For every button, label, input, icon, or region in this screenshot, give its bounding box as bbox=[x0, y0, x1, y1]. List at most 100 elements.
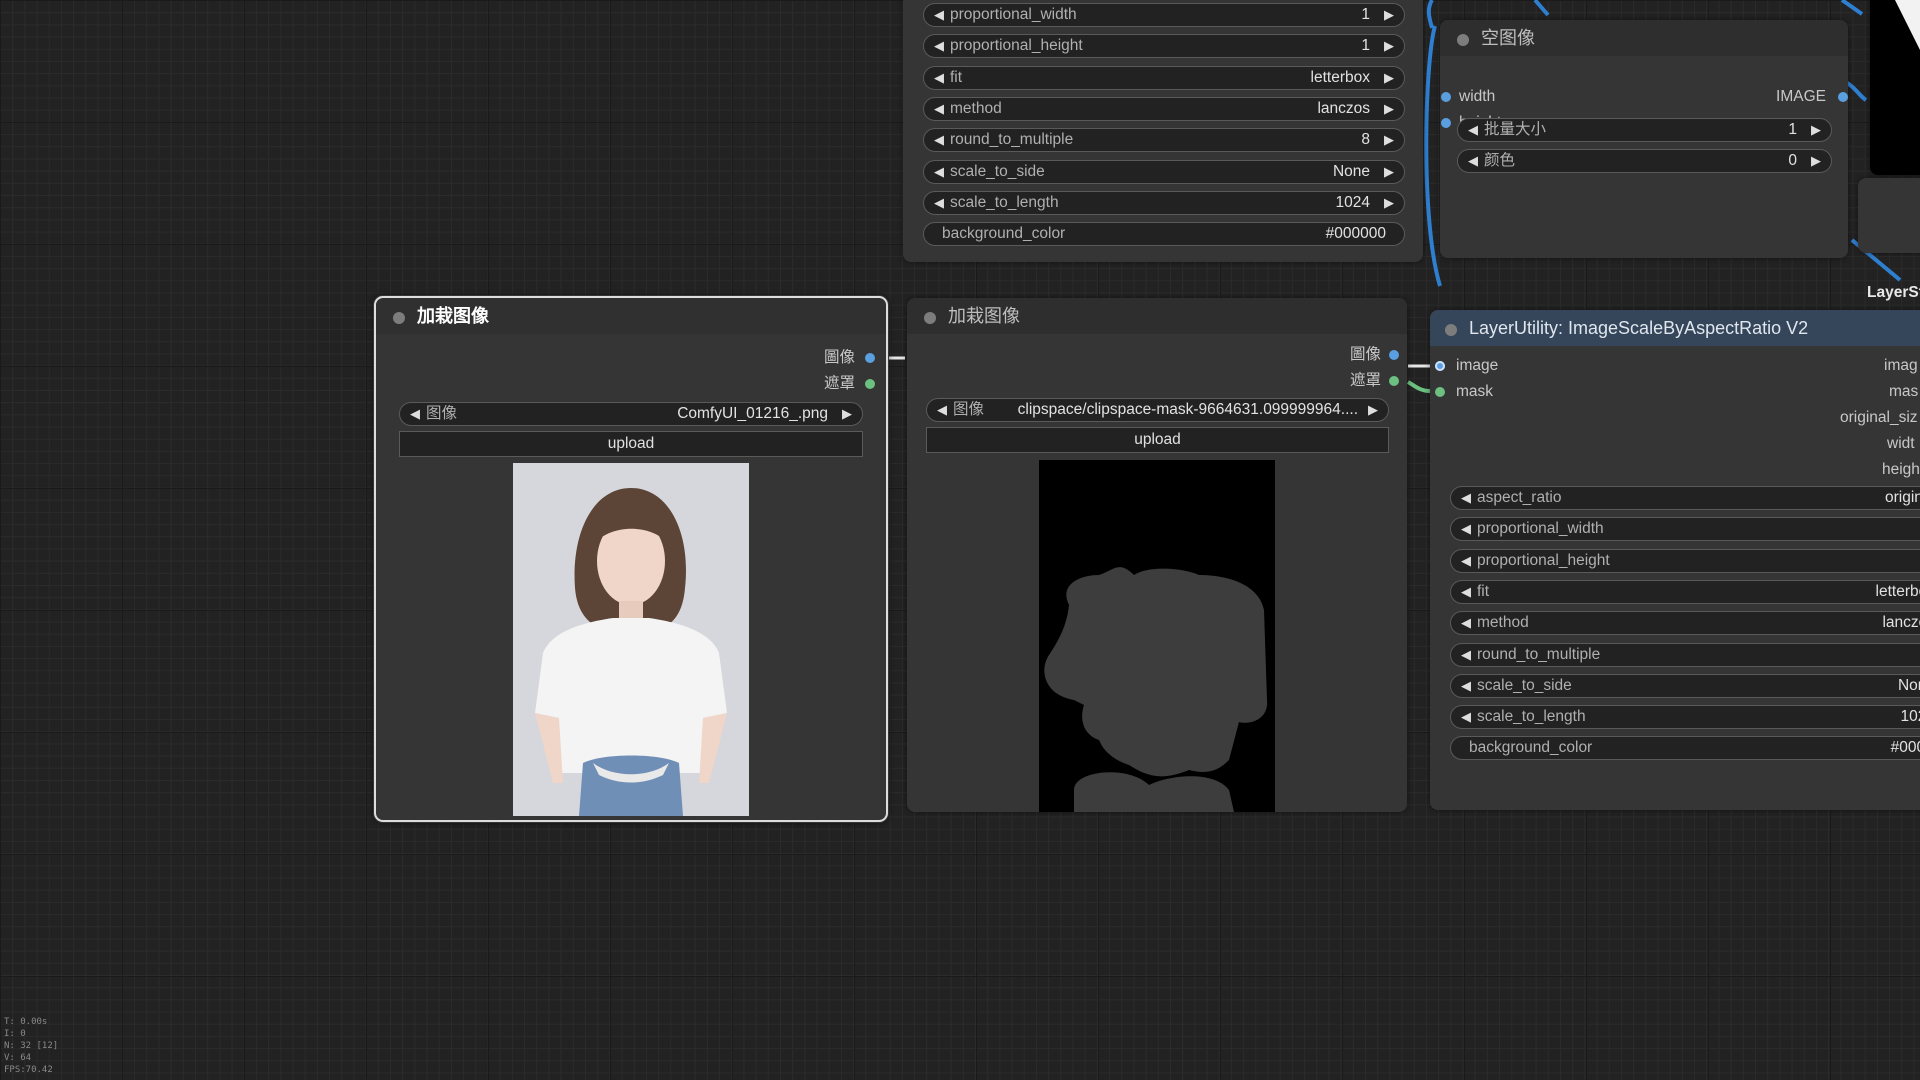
decrement-arrow-icon[interactable]: ◀ bbox=[930, 192, 948, 214]
node-title-bar[interactable]: 加栽图像 bbox=[376, 298, 886, 334]
combo-widget[interactable]: ◀scale_to_length1024▶ bbox=[1450, 705, 1920, 730]
image-output-label: IMAGE bbox=[1776, 88, 1826, 105]
increment-arrow-icon[interactable]: ▶ bbox=[1380, 129, 1398, 151]
combo-widget[interactable]: ◀proportional_height1▶ bbox=[923, 34, 1405, 59]
stats-line: T: 0.00s bbox=[4, 1017, 48, 1027]
decrement-arrow-icon[interactable]: ◀ bbox=[930, 4, 948, 26]
node-empty-image[interactable]: 空图像 width height IMAGE ◀批量大小1▶◀颜色0▶ bbox=[1440, 20, 1848, 258]
decrement-arrow-icon[interactable]: ◀ bbox=[930, 35, 948, 57]
node-load-image-2[interactable]: 加栽图像 圖像 遮罩 ◀ 图像 clipspace/clipspace-mask… bbox=[907, 298, 1407, 812]
combo-widget[interactable]: ◀round_to_multiple8▶ bbox=[923, 128, 1405, 153]
combo-widget[interactable]: ◀fitletterbox▶ bbox=[923, 65, 1405, 90]
combo-widget[interactable]: background_color #000000 bbox=[923, 222, 1405, 247]
widget-value: original bbox=[1885, 489, 1920, 506]
prev-arrow-icon[interactable]: ◀ bbox=[933, 399, 951, 421]
mask-output-slot-icon[interactable] bbox=[865, 379, 875, 389]
increment-arrow-icon[interactable]: ▶ bbox=[1807, 119, 1825, 141]
next-arrow-icon[interactable]: ▶ bbox=[838, 403, 856, 425]
collapse-dot-icon[interactable] bbox=[393, 312, 405, 324]
upload-button[interactable]: upload bbox=[926, 427, 1389, 453]
combo-widget[interactable]: background_color #000000 bbox=[1450, 736, 1920, 761]
collapse-dot-icon[interactable] bbox=[924, 312, 936, 324]
increment-arrow-icon[interactable]: ▶ bbox=[1807, 150, 1825, 172]
combo-widget[interactable]: ◀proportional_height1▶ bbox=[1450, 548, 1920, 573]
node-layer-utility[interactable]: LayerUtility: ImageScaleByAspectRatio V2… bbox=[1430, 310, 1920, 810]
collapse-dot-icon[interactable] bbox=[1457, 34, 1469, 46]
node-load-image-1[interactable]: 加栽图像 圖像 遮罩 ◀ 图像 ComfyUI_01216_.png ▶ upl… bbox=[373, 295, 889, 823]
width-input-label: width bbox=[1459, 88, 1496, 105]
combo-widget[interactable]: ◀methodlanczos▶ bbox=[1450, 611, 1920, 636]
widget-value: 8 bbox=[1361, 131, 1370, 149]
node-offscreen-right[interactable] bbox=[1858, 178, 1920, 253]
image-output-slot-icon[interactable] bbox=[1838, 92, 1848, 102]
node-title: LayerUtility: ImageScaleByAspectRatio V2 bbox=[1469, 318, 1809, 338]
image-output-slot-icon[interactable] bbox=[865, 353, 875, 363]
decrement-arrow-icon[interactable]: ◀ bbox=[1457, 644, 1475, 666]
image-select-widget[interactable]: ◀ 图像 ComfyUI_01216_.png ▶ bbox=[399, 402, 863, 426]
mask-output-slot-icon[interactable] bbox=[1389, 376, 1399, 386]
image-output-slot-icon[interactable] bbox=[1389, 350, 1399, 360]
mask-input-slot-icon[interactable] bbox=[1435, 387, 1445, 397]
next-arrow-icon[interactable]: ▶ bbox=[1364, 399, 1382, 421]
decrement-arrow-icon[interactable]: ◀ bbox=[930, 161, 948, 183]
decrement-arrow-icon[interactable]: ◀ bbox=[1457, 612, 1475, 634]
combo-widget[interactable]: ◀scale_to_sideNone▶ bbox=[1450, 673, 1920, 698]
combo-widget[interactable]: ◀scale_to_sideNone▶ bbox=[923, 159, 1405, 184]
decrement-arrow-icon[interactable]: ◀ bbox=[930, 98, 948, 120]
image-output-label: imag bbox=[1884, 357, 1918, 374]
combo-widget[interactable]: ◀round_to_multiple8▶ bbox=[1450, 642, 1920, 667]
increment-arrow-icon[interactable]: ▶ bbox=[1380, 192, 1398, 214]
widget-value: 1024 bbox=[1900, 708, 1920, 726]
decrement-arrow-icon[interactable]: ◀ bbox=[1457, 550, 1475, 572]
decrement-arrow-icon[interactable]: ◀ bbox=[1457, 581, 1475, 603]
widget-label: method bbox=[950, 99, 1002, 117]
widget-label: background_color bbox=[1469, 739, 1593, 757]
height-input-slot-icon[interactable] bbox=[1441, 118, 1451, 128]
widget-label: 批量大小 bbox=[1484, 121, 1547, 138]
combo-widget[interactable]: ◀proportional_width1▶ bbox=[923, 3, 1405, 27]
combo-widget[interactable]: ◀fitletterbox▶ bbox=[1450, 579, 1920, 604]
node-title-bar[interactable]: 加栽图像 bbox=[907, 298, 1407, 334]
combo-widget[interactable]: ◀scale_to_length1024▶ bbox=[923, 190, 1405, 215]
increment-arrow-icon[interactable]: ▶ bbox=[1380, 67, 1398, 89]
widget-value: lanczos bbox=[1317, 99, 1370, 117]
upload-button[interactable]: upload bbox=[399, 431, 863, 457]
node-title: 加栽图像 bbox=[948, 306, 1020, 326]
combo-widget[interactable]: ◀proportional_width1▶ bbox=[1450, 517, 1920, 542]
white-shape bbox=[1895, 0, 1920, 50]
widget-value: 1 bbox=[1361, 6, 1370, 23]
node-title-bar[interactable]: LayerUtility: ImageScaleByAspectRatio V2 bbox=[1430, 310, 1920, 346]
width-output-label: widt bbox=[1887, 435, 1915, 452]
image-select-widget[interactable]: ◀ 图像 clipspace/clipspace-mask-9664631.09… bbox=[926, 398, 1389, 422]
widget-label: fit bbox=[1477, 582, 1490, 600]
increment-arrow-icon[interactable]: ▶ bbox=[1380, 98, 1398, 120]
mask-shape bbox=[1044, 567, 1268, 812]
widget-label: background_color bbox=[942, 225, 1066, 243]
collapse-dot-icon[interactable] bbox=[1445, 324, 1457, 336]
increment-arrow-icon[interactable]: ▶ bbox=[1380, 4, 1398, 26]
node-title-bar[interactable]: 空图像 bbox=[1440, 20, 1848, 56]
increment-arrow-icon[interactable]: ▶ bbox=[1380, 35, 1398, 57]
widget-label: method bbox=[1477, 614, 1529, 632]
decrement-arrow-icon[interactable]: ◀ bbox=[1457, 487, 1475, 509]
mask-input-label: mask bbox=[1456, 383, 1494, 400]
decrement-arrow-icon[interactable]: ◀ bbox=[1457, 706, 1475, 728]
combo-widget[interactable]: ◀method lanczos ▶ bbox=[923, 96, 1405, 121]
width-input-slot-icon[interactable] bbox=[1441, 92, 1451, 102]
node-title: 加栽图像 bbox=[417, 306, 489, 326]
decrement-arrow-icon[interactable]: ◀ bbox=[1464, 150, 1482, 172]
decrement-arrow-icon[interactable]: ◀ bbox=[1464, 119, 1482, 141]
combo-widget[interactable]: ◀aspect_ratiooriginal▶ bbox=[1450, 486, 1920, 510]
widget-value: letterbox bbox=[1875, 582, 1920, 600]
prev-arrow-icon[interactable]: ◀ bbox=[406, 403, 424, 425]
widget-value: None bbox=[1332, 162, 1370, 180]
decrement-arrow-icon[interactable]: ◀ bbox=[1457, 675, 1475, 697]
combo-widget[interactable]: ◀ 批量大小 1 ▶ bbox=[1457, 118, 1832, 142]
increment-arrow-icon[interactable]: ▶ bbox=[1380, 161, 1398, 183]
combo-widget[interactable]: ◀ 颜色 0 ▶ bbox=[1457, 149, 1832, 173]
decrement-arrow-icon[interactable]: ◀ bbox=[1457, 518, 1475, 540]
decrement-arrow-icon[interactable]: ◀ bbox=[930, 67, 948, 89]
image-input-slot-icon[interactable] bbox=[1435, 361, 1445, 371]
decrement-arrow-icon[interactable]: ◀ bbox=[930, 129, 948, 151]
node-image-scale-top[interactable]: ◀ proportional_width 1 ▶ ◀ proportional_heigh… bbox=[903, 0, 1423, 262]
